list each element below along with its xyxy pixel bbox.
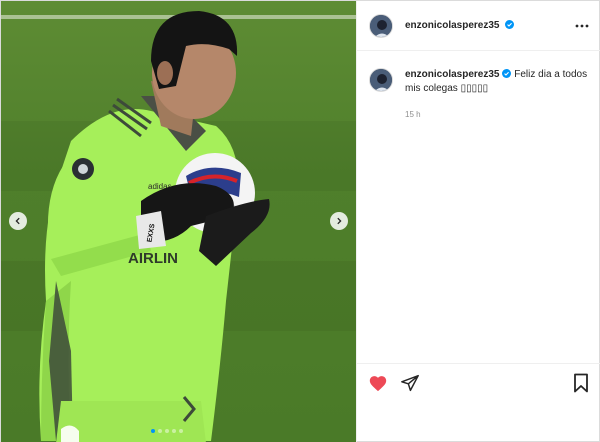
svg-text:AIRLIN: AIRLIN xyxy=(128,250,178,267)
like-button[interactable] xyxy=(367,372,389,394)
post-side-panel: enzonicolasperez35 enzonicolasperez35 Fe… xyxy=(356,1,600,442)
share-icon xyxy=(401,374,419,391)
carousel-next-button[interactable] xyxy=(330,212,348,230)
avatar[interactable] xyxy=(369,13,393,38)
comment-body: enzonicolasperez35 Feliz dia a todos mis… xyxy=(405,68,589,122)
header-username[interactable]: enzonicolasperez35 xyxy=(405,20,515,31)
carousel-dot xyxy=(158,429,162,433)
header-username-text[interactable]: enzonicolasperez35 xyxy=(405,20,499,31)
chevron-left-icon xyxy=(15,217,20,225)
carousel-dot xyxy=(172,429,176,433)
avatar-image xyxy=(370,69,392,91)
verified-badge-icon xyxy=(502,69,512,78)
bookmark-icon xyxy=(574,373,588,392)
carousel-dot xyxy=(165,429,169,433)
post-modal: adidas AIRLIN EXXS enzonicolasperez35 en… xyxy=(0,0,600,442)
carousel-prev-button[interactable] xyxy=(9,212,27,230)
heart-icon xyxy=(369,375,387,391)
chevron-right-icon xyxy=(337,217,342,225)
carousel-dot xyxy=(151,429,155,433)
avatar-image xyxy=(370,14,392,37)
more-options-button[interactable] xyxy=(575,19,589,33)
more-options-icon xyxy=(575,24,589,27)
avatar[interactable] xyxy=(369,68,393,92)
verified-badge-icon xyxy=(505,20,515,29)
comment-username-text[interactable]: enzonicolasperez35 xyxy=(405,69,499,80)
post-photo[interactable]: adidas AIRLIN EXXS xyxy=(1,1,356,442)
save-button[interactable] xyxy=(570,372,592,394)
carousel-dot xyxy=(179,429,183,433)
post-header: enzonicolasperez35 xyxy=(357,1,600,51)
goalkeeper-illustration: adidas AIRLIN EXXS xyxy=(39,11,270,442)
action-bar xyxy=(357,363,600,401)
comment-username[interactable]: enzonicolasperez35 xyxy=(405,69,512,80)
caption-comment: enzonicolasperez35 Feliz dia a todos mis… xyxy=(357,51,600,122)
carousel-indicator xyxy=(151,429,183,433)
post-timestamp[interactable]: 15 h xyxy=(405,108,589,122)
share-button[interactable] xyxy=(399,372,421,394)
